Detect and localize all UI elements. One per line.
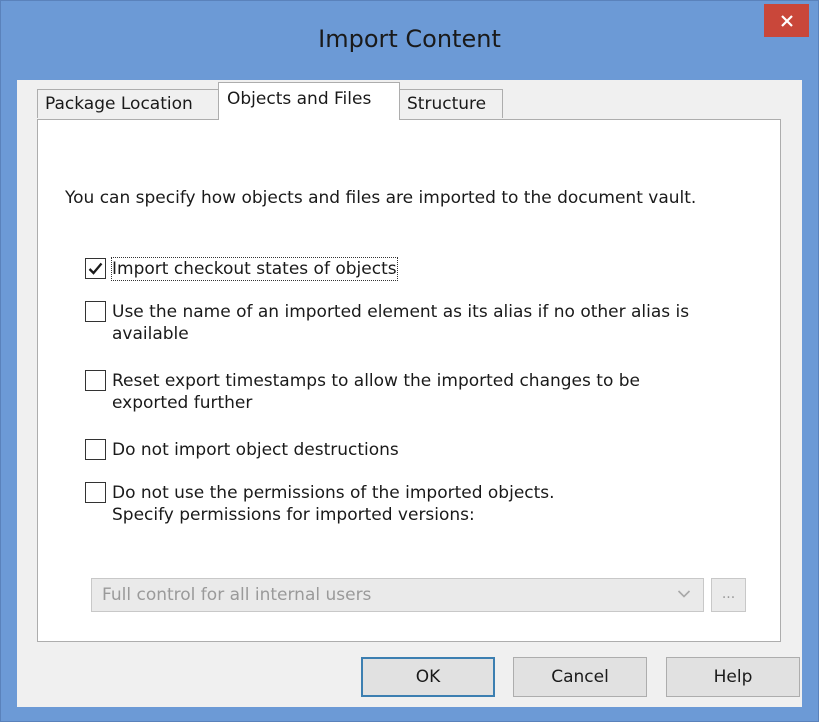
help-button[interactable]: Help (666, 657, 800, 697)
tab-structure[interactable]: Structure (399, 89, 503, 118)
label-line-1: Reset export timestamps to allow the imp… (112, 371, 640, 391)
label-line-1: Do not use the permissions of the import… (112, 483, 555, 503)
label-line-2: exported further (112, 393, 253, 413)
option-reset-export-timestamps[interactable]: Reset export timestamps to allow the imp… (85, 370, 640, 414)
close-button[interactable] (764, 4, 809, 37)
cancel-button[interactable]: Cancel (513, 657, 647, 697)
tab-label: Structure (407, 94, 487, 114)
chevron-down-icon (677, 590, 691, 598)
ok-button[interactable]: OK (361, 657, 495, 697)
checkbox-label[interactable]: Do not use the permissions of the import… (112, 482, 555, 526)
tab-package-location[interactable]: Package Location (37, 89, 219, 118)
tab-label: Package Location (45, 94, 193, 114)
checkbox-use-name-as-alias[interactable] (85, 301, 106, 322)
checkbox-do-not-import-destructions[interactable] (85, 439, 106, 460)
tab-objects-and-files[interactable]: Objects and Files (218, 82, 400, 120)
checkbox-label[interactable]: Import checkout states of objects (111, 257, 398, 281)
option-do-not-use-permissions[interactable]: Do not use the permissions of the import… (85, 482, 555, 526)
close-icon (780, 14, 793, 27)
permissions-browse-button[interactable]: ... (711, 578, 746, 612)
checkbox-do-not-use-permissions[interactable] (85, 482, 106, 503)
checkbox-label[interactable]: Reset export timestamps to allow the imp… (112, 370, 640, 414)
label-line-2: Specify permissions for imported version… (112, 505, 475, 525)
window-title: Import Content (318, 25, 501, 53)
tab-panel-objects-and-files: You can specify how objects and files ar… (37, 119, 781, 642)
label-line-1: Use the name of an imported element as i… (112, 302, 690, 322)
panel-description: You can specify how objects and files ar… (65, 188, 697, 208)
permissions-select[interactable]: Full control for all internal users (91, 578, 704, 612)
checkbox-reset-export-timestamps[interactable] (85, 370, 106, 391)
option-import-checkout-states[interactable]: Import checkout states of objects (85, 257, 398, 281)
option-do-not-import-destructions[interactable]: Do not import object destructions (85, 439, 399, 461)
option-use-name-as-alias[interactable]: Use the name of an imported element as i… (85, 301, 689, 345)
checkmark-icon (88, 262, 103, 275)
dialog-client-area: Package Location Objects and Files Struc… (17, 80, 802, 707)
title-bar[interactable]: Import Content (1, 1, 818, 79)
import-content-dialog: Import Content Package Location Objects … (0, 0, 819, 722)
checkbox-label[interactable]: Do not import object destructions (112, 439, 399, 461)
checkbox-import-checkout-states[interactable] (85, 258, 106, 279)
checkbox-label[interactable]: Use the name of an imported element as i… (112, 301, 689, 345)
label-line-2: available (112, 324, 189, 344)
permissions-select-value: Full control for all internal users (102, 585, 372, 605)
tab-label: Objects and Files (227, 89, 372, 109)
